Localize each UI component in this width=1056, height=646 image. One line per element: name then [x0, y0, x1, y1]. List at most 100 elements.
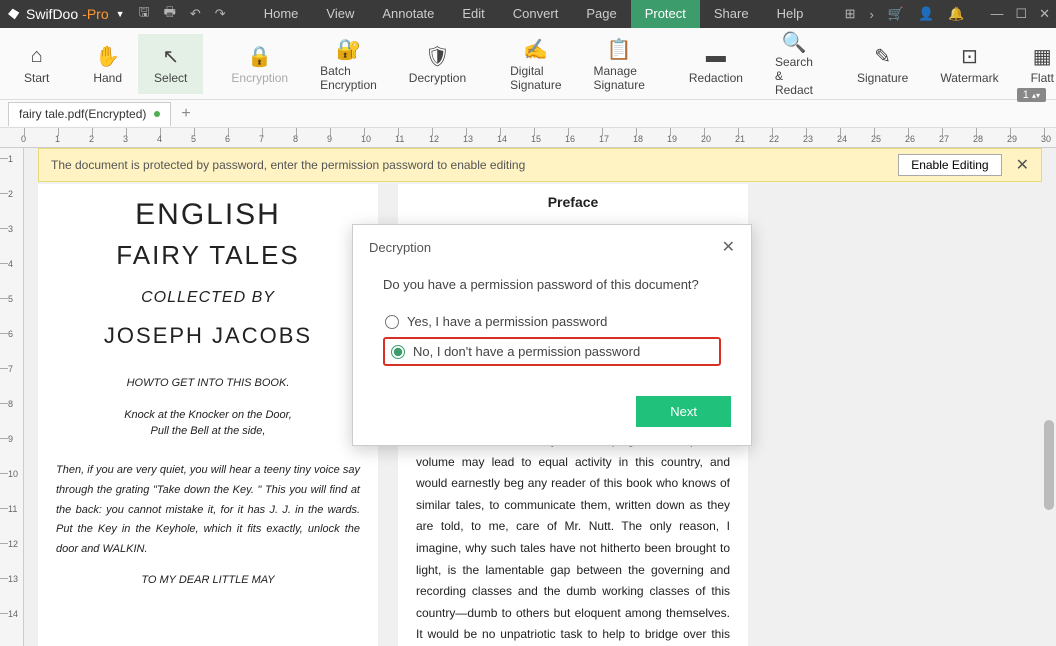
maximize-button[interactable]: ☐ [1015, 6, 1027, 22]
redaction-tool[interactable]: ▬Redaction [673, 34, 759, 94]
menu-annotate[interactable]: Annotate [368, 0, 448, 28]
preface-heading: Preface [416, 194, 730, 210]
menu-page[interactable]: Page [572, 0, 630, 28]
app-name: SwifDoo [26, 6, 78, 22]
modified-indicator-icon [154, 111, 160, 117]
quick-access-toolbar: 🖫 🖶 ↶ ↷ [139, 3, 226, 25]
author-name: JOSEPH JACOBS [56, 323, 360, 349]
menu-home[interactable]: Home [250, 0, 313, 28]
enable-editing-button[interactable]: Enable Editing [898, 154, 1001, 176]
bell-icon[interactable]: 🔔 [948, 6, 964, 22]
hand-icon: ✋ [95, 43, 120, 71]
save-icon[interactable]: 🖫 [139, 3, 150, 25]
batch-encryption-tool[interactable]: 🔐Batch Encryption [304, 34, 393, 94]
vertical-scrollbar[interactable] [1044, 148, 1054, 646]
tab-title: fairy tale.pdf(Encrypted) [19, 107, 146, 121]
menu-view[interactable]: View [312, 0, 368, 28]
swifdoo-icon [6, 6, 22, 22]
dialog-footer: Next [353, 386, 751, 445]
menu-help[interactable]: Help [763, 0, 818, 28]
home-icon: ⌂ [31, 43, 43, 71]
print-icon[interactable]: 🖶 [164, 3, 176, 25]
document-tabs: fairy tale.pdf(Encrypted) + 1 ▴▾ [0, 100, 1056, 128]
add-tab-button[interactable]: + [181, 105, 190, 123]
encryption-tool[interactable]: 🔒Encryption [215, 34, 304, 94]
flatten-tool[interactable]: ▦Flatt [1015, 34, 1056, 94]
work-area: 1234567891011121314 The document is prot… [0, 148, 1056, 646]
dialog-question: Do you have a permission password of thi… [383, 277, 721, 292]
app-logo: SwifDoo-Pro ▼ [6, 6, 125, 22]
main-menu: Home View Annotate Edit Convert Page Pro… [250, 0, 818, 28]
user-icon[interactable]: 👤 [918, 6, 934, 22]
dialog-body: Do you have a permission password of thi… [353, 269, 751, 386]
start-tool[interactable]: ⌂Start [8, 34, 65, 94]
grid-icon[interactable]: ⊞ [845, 6, 856, 22]
document-viewport[interactable]: The document is protected by password, e… [24, 148, 1056, 646]
search-redact-icon: 🔍 [782, 30, 807, 55]
watermark-icon: ⊡ [961, 43, 978, 71]
select-tool[interactable]: ↖Select [138, 34, 203, 94]
menu-edit[interactable]: Edit [448, 0, 498, 28]
chevron-right-icon[interactable]: › [870, 7, 874, 22]
radio-yes-row[interactable]: Yes, I have a permission password [383, 310, 721, 333]
hand-tool[interactable]: ✋Hand [77, 34, 138, 94]
dialog-title-bar: Decryption ✕ [353, 225, 751, 269]
decryption-tool[interactable]: 🛡Decryption [393, 34, 482, 94]
title-bar: SwifDoo-Pro ▼ 🖫 🖶 ↶ ↷ Home View Annotate… [0, 0, 1056, 28]
radio-no[interactable] [391, 345, 405, 359]
app-suffix: -Pro [82, 6, 108, 22]
page-left: ENGLISH FAIRY TALES COLLECTED BY JOSEPH … [38, 184, 378, 646]
dedication: TO MY DEAR LITTLE MAY [56, 574, 360, 586]
radio-yes[interactable] [385, 315, 399, 329]
menu-protect[interactable]: Protect [631, 0, 700, 28]
pen-icon: ✎ [874, 43, 891, 71]
signature-tool[interactable]: ✎Signature [841, 34, 924, 94]
manage-signature-icon: 📋 [607, 36, 632, 64]
search-redact-tool[interactable]: 🔍Search & Redact [759, 34, 829, 94]
next-button[interactable]: Next [636, 396, 731, 427]
undo-icon[interactable]: ↶ [190, 6, 201, 22]
notification-close-icon[interactable]: ✕ [1016, 155, 1029, 175]
howto-heading: HOWTO GET INTO THIS BOOK. [56, 377, 360, 389]
knock-line: Knock at the Knocker on the Door, [56, 409, 360, 421]
radio-no-row[interactable]: No, I don't have a permission password [383, 337, 721, 366]
vertical-ruler: 1234567891011121314 [0, 148, 24, 646]
window-controls: — ☐ ✕ [990, 6, 1050, 22]
scrollbar-thumb[interactable] [1044, 420, 1054, 510]
preface-body: collected in each country. I am hoping t… [416, 430, 730, 646]
intro-paragraph: Then, if you are very quiet, you will he… [56, 461, 360, 560]
dropdown-icon[interactable]: ▼ [116, 9, 125, 19]
manage-signature-tool[interactable]: 📋Manage Signature [578, 34, 661, 94]
menu-share[interactable]: Share [700, 0, 763, 28]
minimize-button[interactable]: — [990, 6, 1003, 22]
redo-icon[interactable]: ↷ [215, 6, 226, 22]
dialog-close-icon[interactable]: ✕ [722, 237, 735, 257]
book-title-2: FAIRY TALES [56, 240, 360, 271]
document-tab[interactable]: fairy tale.pdf(Encrypted) [8, 102, 171, 126]
ribbon-toolbar: ⌂Start ✋Hand ↖Select 🔒Encryption 🔐Batch … [0, 28, 1056, 100]
book-title-1: ENGLISH [56, 198, 360, 232]
shield-icon: 🛡 [425, 43, 450, 71]
titlebar-right: ⊞ › 🛒 👤 🔔 — ☐ ✕ [845, 6, 1050, 22]
close-button[interactable]: ✕ [1039, 6, 1050, 22]
menu-convert[interactable]: Convert [499, 0, 573, 28]
batch-lock-icon: 🔐 [336, 36, 361, 64]
collected-by: COLLECTED BY [56, 289, 360, 307]
flatten-icon: ▦ [1033, 43, 1052, 71]
notification-text: The document is protected by password, e… [51, 158, 525, 172]
protection-notification: The document is protected by password, e… [38, 148, 1042, 182]
radio-yes-label: Yes, I have a permission password [407, 314, 607, 329]
dialog-title: Decryption [369, 240, 431, 255]
lock-icon: 🔒 [247, 43, 272, 71]
horizontal-ruler: 0123456789101112131415161718192021222324… [0, 128, 1056, 148]
redact-icon: ▬ [706, 43, 726, 71]
page-indicator: 1 ▴▾ [1017, 88, 1046, 102]
pull-line: Pull the Bell at the side, [56, 425, 360, 437]
radio-no-label: No, I don't have a permission password [413, 344, 640, 359]
cursor-icon: ↖ [162, 43, 179, 71]
watermark-tool[interactable]: ⊡Watermark [924, 34, 1014, 94]
cart-icon[interactable]: 🛒 [888, 6, 904, 22]
decryption-dialog: Decryption ✕ Do you have a permission pa… [352, 224, 752, 446]
signature-icon: ✍ [523, 36, 548, 64]
digital-signature-tool[interactable]: ✍Digital Signature [494, 34, 577, 94]
